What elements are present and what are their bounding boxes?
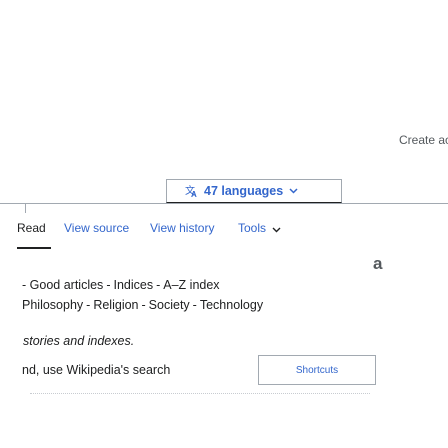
translate-icon: 文 A bbox=[185, 184, 199, 198]
link-technology[interactable]: Technology bbox=[200, 298, 263, 312]
language-count-label: 47 languages bbox=[204, 184, 284, 198]
portal-line-2: Philosophy - Religion - Society - Technology bbox=[22, 295, 263, 315]
chevron-down-icon bbox=[272, 222, 281, 236]
bullet-sep: - bbox=[192, 298, 197, 312]
svg-text:A: A bbox=[191, 190, 197, 198]
tab-read-indicator bbox=[17, 247, 51, 249]
link-good-articles[interactable]: Good articles bbox=[30, 278, 104, 292]
link-a-z-index[interactable]: A–Z index bbox=[163, 278, 219, 292]
bullet-sep: - bbox=[156, 278, 161, 292]
portal-links: - Good articles - Indices - A–Z index Philos… bbox=[22, 275, 263, 315]
tools-label: Tools bbox=[238, 221, 267, 235]
shortcuts-label: Shortcuts bbox=[295, 364, 339, 376]
tab-view-source[interactable]: View source bbox=[64, 221, 129, 235]
wikipedia-page: Create ac 文 A 47 languages Read View sou… bbox=[0, 0, 448, 448]
search-hint-text: nd, use Wikipedia's search bbox=[22, 363, 171, 377]
header-divider bbox=[0, 203, 448, 204]
stories-indexes-text: stories and indexes. bbox=[23, 334, 135, 348]
tab-view-history[interactable]: View history bbox=[150, 221, 214, 235]
tab-divider-stub bbox=[25, 203, 26, 213]
create-account-link[interactable]: Create ac bbox=[399, 133, 448, 147]
content-separator bbox=[30, 393, 370, 395]
link-society[interactable]: Society bbox=[149, 298, 190, 312]
bullet-sep: - bbox=[141, 298, 146, 312]
chevron-down-icon bbox=[289, 188, 298, 194]
page-tabs: Read View source View history Tools bbox=[0, 221, 448, 245]
text-appearance-icon[interactable]: a bbox=[372, 254, 388, 277]
shortcuts-button[interactable]: Shortcuts bbox=[258, 355, 376, 385]
bullet-sep: - bbox=[22, 278, 27, 292]
language-selector[interactable]: 文 A 47 languages bbox=[166, 179, 342, 203]
tools-menu[interactable]: Tools bbox=[238, 221, 281, 236]
link-indices[interactable]: Indices bbox=[113, 278, 153, 292]
link-religion[interactable]: Religion bbox=[93, 298, 138, 312]
tab-read[interactable]: Read bbox=[17, 221, 46, 235]
bullet-sep: - bbox=[86, 298, 91, 312]
portal-line-1: - Good articles - Indices - A–Z index bbox=[22, 275, 263, 295]
bullet-sep: - bbox=[106, 278, 111, 292]
svg-text:a: a bbox=[373, 254, 383, 272]
link-philosophy[interactable]: Philosophy bbox=[22, 298, 83, 312]
